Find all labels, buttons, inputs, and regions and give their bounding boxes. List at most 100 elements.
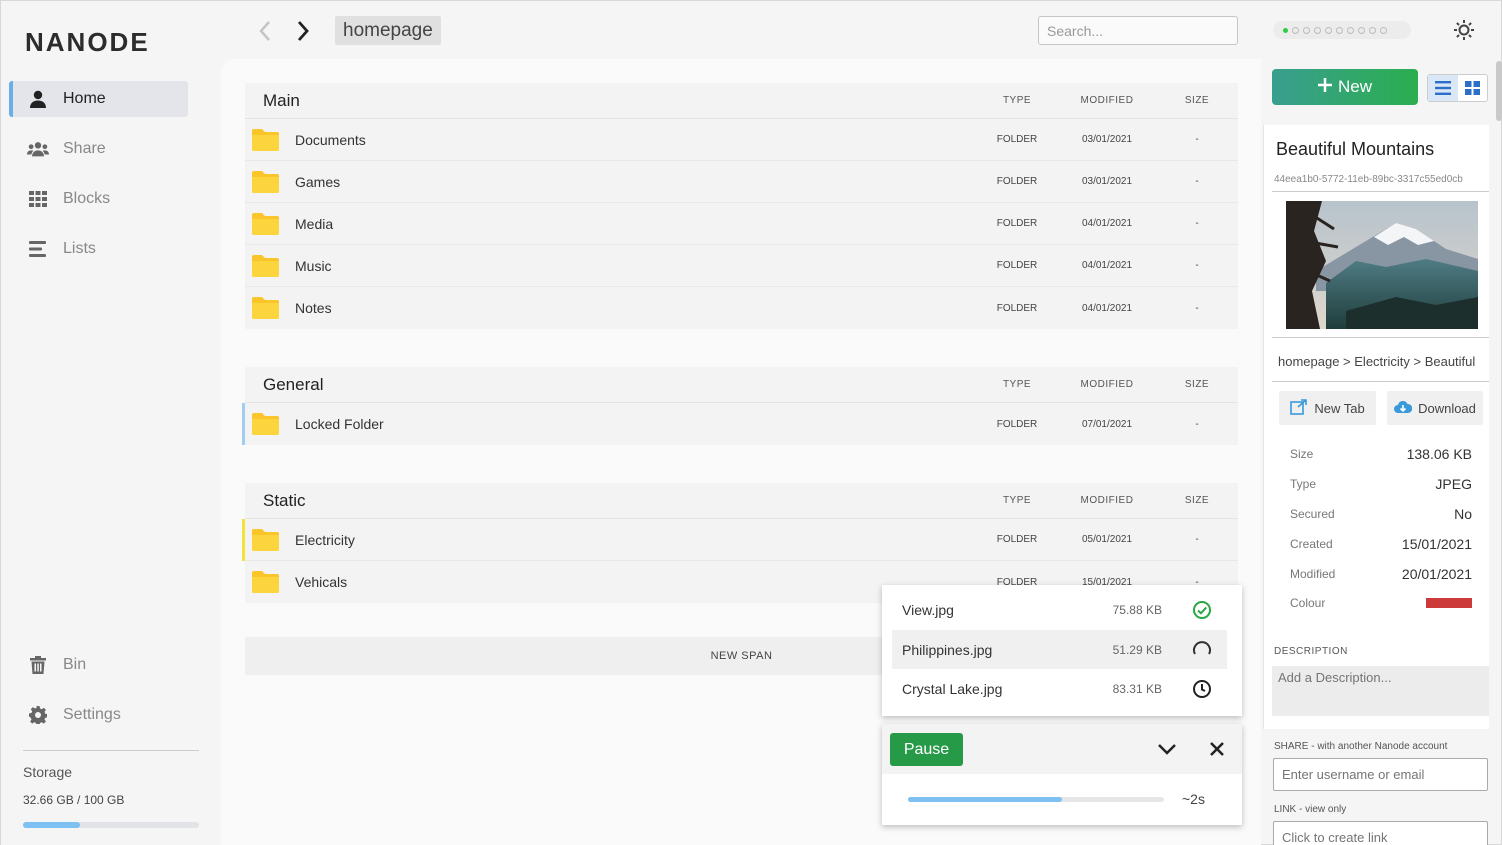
meta-key: Modified (1290, 567, 1336, 581)
file-size: - (1195, 260, 1199, 271)
file-name: Games (295, 173, 341, 190)
breadcrumb[interactable]: homepage (335, 16, 441, 45)
description-field[interactable] (1272, 666, 1489, 716)
app-logo[interactable]: NANODE (25, 27, 150, 58)
link-label: LINK - view only (1274, 804, 1347, 815)
upload-control-panel: Pause ~2s (882, 724, 1242, 825)
meta-row-modified: Modified 20/01/2021 (1290, 566, 1472, 582)
peer-dot (1314, 26, 1321, 34)
storage-divider (23, 750, 199, 751)
colour-swatch[interactable] (1426, 598, 1472, 608)
file-name: Electricity (295, 531, 355, 548)
meta-row-created: Created 15/01/2021 (1290, 536, 1472, 552)
pause-button[interactable]: Pause (890, 733, 963, 766)
details-file-id: 44eea1b0-5772-11eb-89bc-3317c55ed0cb (1274, 174, 1463, 185)
sidebar-item-home[interactable]: Home (9, 81, 188, 117)
close-icon[interactable] (1207, 739, 1227, 759)
column-header-modified[interactable]: MODIFIED (1053, 495, 1161, 506)
storage-title: Storage (23, 764, 73, 780)
upload-file-name: Philippines.jpg (902, 641, 993, 658)
column-header-type[interactable]: TYPE (981, 379, 1053, 390)
file-size: - (1195, 418, 1199, 430)
forward-arrow-icon[interactable] (293, 19, 313, 43)
folder-icon (252, 171, 279, 193)
new-tab-button[interactable]: New Tab (1279, 391, 1376, 425)
column-header-size[interactable]: SIZE (1161, 379, 1233, 390)
column-header-modified[interactable]: MODIFIED (1053, 379, 1161, 390)
file-row[interactable]: Music FOLDER 04/01/2021 - (245, 245, 1238, 287)
download-button[interactable]: Download (1387, 391, 1483, 425)
meta-row-size: Size 138.06 KB (1290, 446, 1472, 462)
folder-icon (252, 213, 279, 235)
file-name: Locked Folder (295, 416, 384, 432)
description-label: DESCRIPTION (1274, 646, 1348, 657)
sidebar-item-label: Home (63, 90, 106, 107)
meta-key: Secured (1290, 507, 1335, 521)
file-row[interactable]: Games FOLDER 03/01/2021 - (245, 161, 1238, 203)
file-modified: 04/01/2021 (1081, 260, 1133, 271)
file-type: FOLDER (996, 260, 1038, 271)
file-row[interactable]: Documents FOLDER 03/01/2021 - (245, 119, 1238, 161)
sidebar-item-bin[interactable]: Bin (9, 647, 188, 683)
file-row[interactable]: Electricity FOLDER 05/01/2021 - (242, 519, 1238, 561)
folder-icon (252, 255, 279, 277)
peer-dot (1380, 26, 1387, 34)
upload-file-name: View.jpg (902, 601, 954, 618)
search-input[interactable] (1038, 16, 1238, 45)
back-arrow-icon[interactable] (255, 19, 275, 43)
peer-dot (1283, 27, 1288, 33)
check-circle-icon (1192, 600, 1212, 620)
file-size: - (1195, 134, 1199, 145)
meta-key: Size (1290, 447, 1314, 461)
column-header-modified[interactable]: MODIFIED (1053, 95, 1161, 106)
sidebar: NANODE Home Share Blocks Lists Bin Setti… (1, 1, 221, 845)
create-link-field[interactable] (1273, 821, 1488, 845)
sidebar-item-blocks[interactable]: Blocks (9, 181, 188, 217)
meta-value: 15/01/2021 (1401, 536, 1472, 552)
sun-icon[interactable] (1453, 19, 1475, 41)
column-header-type[interactable]: TYPE (981, 95, 1053, 106)
user-icon (27, 89, 49, 109)
section-title: Static (263, 490, 306, 510)
upload-item[interactable]: View.jpg 75.88 KB (892, 590, 1227, 629)
folder-icon (252, 571, 279, 593)
section-header: General TYPE MODIFIED SIZE (245, 367, 1238, 403)
chevron-down-icon[interactable] (1156, 739, 1178, 759)
loading-spinner-icon (1192, 640, 1212, 660)
image-preview[interactable] (1286, 201, 1478, 329)
folder-icon (252, 529, 279, 551)
storage-bar-fill (23, 822, 81, 828)
file-size: - (1195, 176, 1199, 187)
sidebar-item-lists[interactable]: Lists (9, 231, 188, 267)
storage-value: 32.66 GB / 100 GB (23, 793, 125, 807)
file-row[interactable]: Locked Folder FOLDER 07/01/2021 - (242, 403, 1238, 445)
meta-value: 138.06 KB (1406, 446, 1472, 462)
file-row[interactable]: Notes FOLDER 04/01/2021 - (245, 287, 1238, 329)
file-modified: 04/01/2021 (1081, 302, 1133, 314)
file-name: Notes (295, 300, 332, 316)
sidebar-item-label: Settings (63, 706, 121, 723)
grid-view-icon[interactable] (1458, 75, 1488, 101)
upload-file-size: 75.88 KB (1112, 602, 1162, 617)
upload-eta: ~2s (1182, 791, 1205, 807)
file-modified: 03/01/2021 (1081, 176, 1133, 187)
column-header-type[interactable]: TYPE (981, 495, 1053, 506)
scrollbar[interactable] (1496, 61, 1502, 121)
file-size: - (1195, 302, 1199, 314)
meta-key: Type (1290, 477, 1317, 491)
peer-dot (1303, 26, 1310, 34)
upload-item[interactable]: Crystal Lake.jpg 83.31 KB (892, 669, 1227, 708)
column-header-size[interactable]: SIZE (1161, 95, 1233, 106)
list-view-icon[interactable] (1428, 75, 1458, 101)
new-button[interactable]: New (1272, 69, 1418, 105)
sidebar-item-settings[interactable]: Settings (9, 697, 188, 733)
column-header-size[interactable]: SIZE (1161, 495, 1233, 506)
upload-item[interactable]: Philippines.jpg 51.29 KB (892, 630, 1227, 669)
sidebar-item-share[interactable]: Share (9, 131, 188, 167)
divider (1272, 337, 1489, 338)
file-modified: 05/01/2021 (1081, 534, 1133, 545)
upload-file-size: 83.31 KB (1112, 681, 1162, 696)
share-username-field[interactable] (1273, 758, 1488, 791)
file-name: Music (295, 257, 332, 274)
file-row[interactable]: Media FOLDER 04/01/2021 - (245, 203, 1238, 245)
